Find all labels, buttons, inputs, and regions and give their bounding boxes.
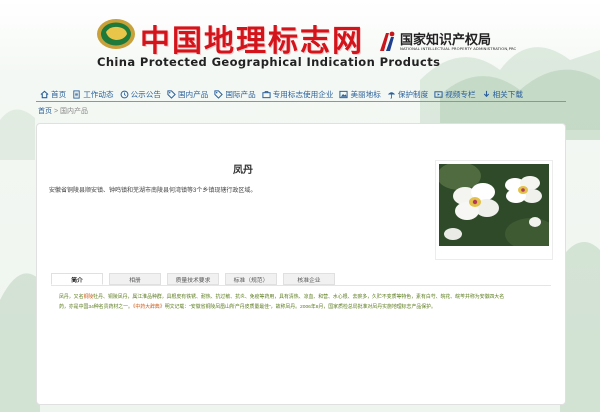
nav-work-news[interactable]: 工作动态	[72, 89, 114, 100]
gi-emblem-icon	[97, 19, 135, 49]
nav-label: 国内产品	[177, 89, 209, 99]
nav-label: 相关下载	[492, 89, 523, 99]
breadcrumb-separator: >	[53, 108, 59, 115]
tag-icon	[214, 89, 224, 99]
intro-text: 牡丹、铜陵凤丹，属江淮品种群，具根皮有铁锈、耐热、抗过敏、抗炎、免疫等药用，具有…	[93, 295, 505, 300]
tab-album[interactable]: 相册	[109, 273, 161, 285]
home-icon	[40, 90, 49, 99]
bullhorn-icon	[120, 90, 129, 99]
breadcrumb-current[interactable]: 国内产品	[60, 108, 88, 115]
intro-line-1: 凤丹，又名铜陵牡丹、铜陵凤丹，属江淮品种群，具根皮有铁锈、耐热、抗过敏、抗炎、免…	[59, 293, 549, 303]
intro-line-2: 药，亦是中国34种名贵药材之一。《中药大辞典》明文记载：“安徽省铜陵凤凰山所产丹…	[59, 303, 549, 313]
site-logo-english: China Protected Geographical Indication …	[97, 55, 441, 69]
tab-standards[interactable]: 标准（规范）	[225, 273, 277, 285]
tab-approved-enterprises[interactable]: 核准企业	[283, 273, 335, 285]
main-nav: 首页 工作动态 公示公告 国内产品 国际产品 专用标志使用企业 美丽地标 保护制…	[40, 86, 560, 102]
download-icon	[482, 90, 491, 99]
document-icon	[72, 89, 81, 99]
image-icon	[339, 90, 349, 99]
tab-introduction[interactable]: 简介	[51, 273, 103, 285]
tag-icon	[167, 89, 176, 99]
product-card: 凤丹 安徽省铜陵县顺安镇、钟鸣镇和芜湖市南陵县何湾镇等3个乡镇现辖行政区域。 简…	[36, 123, 566, 405]
nav-label: 保护制度	[397, 89, 429, 99]
nav-international-products[interactable]: 国际产品	[214, 89, 256, 100]
intro-text: 明文记载：“安徽省铜陵凤凰山所产丹皮质量最佳”，故称凤丹。2006年8月，国家质…	[164, 305, 436, 310]
agency-name-english: NATIONAL INTELLECTUAL PROPERTY ADMINISTR…	[400, 46, 517, 51]
tab-divider	[51, 285, 551, 286]
nav-domestic-products[interactable]: 国内产品	[167, 89, 208, 100]
tab-quality-requirements[interactable]: 质量技术要求	[167, 273, 219, 285]
nav-divider	[36, 101, 566, 102]
intro-text: 药，亦是中国34种名贵药材之一。	[59, 305, 133, 310]
nav-beautiful-landmarks[interactable]: 美丽地标	[339, 89, 381, 100]
video-icon	[434, 90, 443, 99]
site-header: 中国地理标志网 China Protected Geographical Ind…	[0, 0, 600, 84]
nav-home[interactable]: 首页	[40, 89, 66, 100]
product-photo[interactable]	[439, 164, 549, 246]
product-region-description: 安徽省铜陵县顺安镇、钟鸣镇和芜湖市南陵县何湾镇等3个乡镇现辖行政区域。	[49, 188, 257, 194]
intro-highlight: 铜陵	[83, 295, 94, 300]
umbrella-icon	[387, 90, 396, 99]
nav-label: 工作动态	[83, 89, 114, 99]
nav-announcements[interactable]: 公示公告	[120, 89, 161, 100]
nav-authorized-enterprises[interactable]: 专用标志使用企业	[262, 89, 334, 100]
nav-label: 公示公告	[130, 89, 161, 99]
product-title: 凤丹	[233, 165, 253, 176]
product-tabs: 简介 相册 质量技术要求 标准（规范） 核准企业	[51, 273, 335, 285]
briefcase-icon	[262, 90, 271, 99]
nav-label: 国际产品	[225, 89, 256, 99]
intro-text: 凤丹，又名	[59, 295, 84, 300]
breadcrumb-home[interactable]: 首页	[38, 108, 52, 115]
nav-label: 首页	[51, 89, 67, 99]
breadcrumb: 首页 > 国内产品	[38, 106, 88, 116]
nav-protection-system[interactable]: 保护制度	[387, 89, 428, 100]
nav-video-column[interactable]: 视频专栏	[434, 89, 476, 100]
nav-label: 美丽地标	[350, 89, 381, 99]
product-introduction-text: 凤丹，又名铜陵牡丹、铜陵凤丹，属江淮品种群，具根皮有铁锈、耐热、抗过敏、抗炎、免…	[59, 293, 549, 313]
nav-downloads[interactable]: 相关下载	[482, 89, 523, 100]
nav-label: 视频专栏	[445, 89, 476, 99]
intro-highlight[interactable]: 《中药大辞典》	[133, 305, 165, 310]
nav-label: 专用标志使用企业	[272, 89, 334, 99]
site-logo-text[interactable]: 中国地理标志网	[140, 16, 364, 60]
cnipa-logo-icon	[380, 31, 395, 51]
